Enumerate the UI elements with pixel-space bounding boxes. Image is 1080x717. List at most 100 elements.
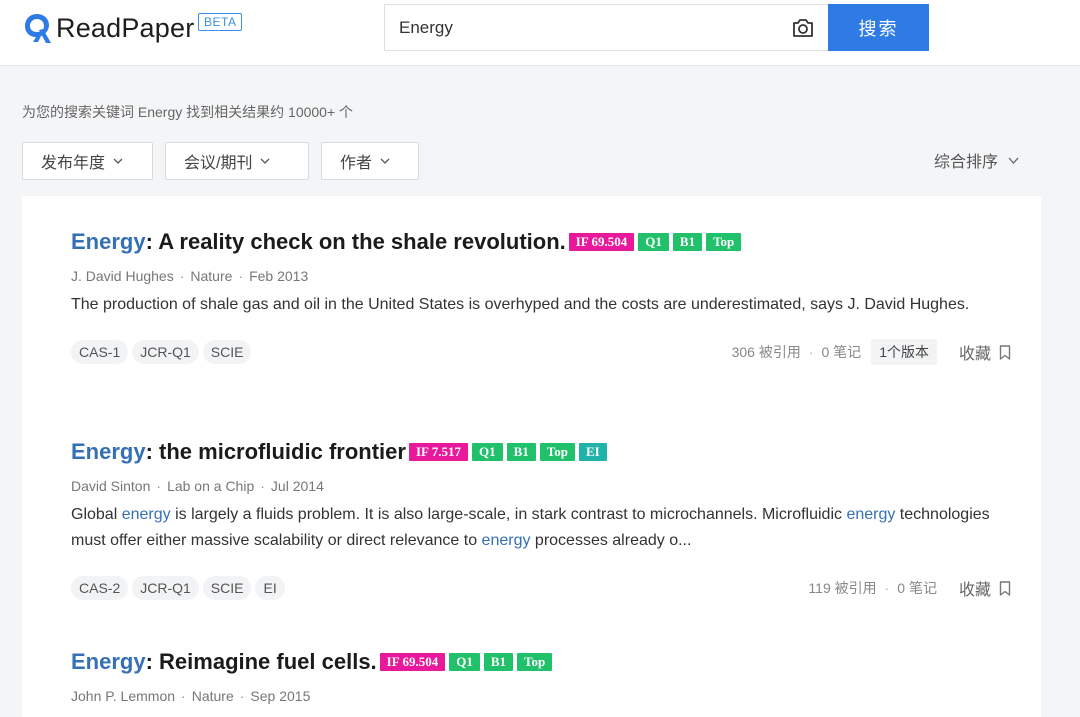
results-list: Energy: A reality check on the shale rev… [22, 196, 1041, 717]
quartile-badge: Q1 [449, 653, 480, 671]
abstract-text: is largely a fluids problem. It is also … [170, 506, 847, 523]
result-stats: 119 被引用 · 0 笔记 收藏 [808, 576, 1011, 600]
separator: · [808, 344, 814, 360]
index-tag: CAS-1 [71, 340, 129, 364]
impact-factor-badge: IF 7.517 [408, 443, 468, 461]
index-tag: SCIE [202, 340, 252, 364]
top-badge: Top [539, 443, 575, 461]
rank-badge: B1 [483, 653, 513, 671]
filter-author-label: 作者 [340, 155, 373, 172]
separator: · [179, 268, 185, 284]
bookmark-icon [999, 344, 1011, 360]
abstract-keyword: energy [481, 532, 531, 549]
publish-date: Feb 2013 [249, 268, 309, 284]
venue-link[interactable]: Nature [190, 268, 232, 284]
index-tag: JCR-Q1 [132, 340, 199, 364]
filter-venue[interactable]: 会议/期刊 [165, 142, 309, 180]
result-stats: 306 被引用 · 0 笔记 1个版本 收藏 [732, 339, 1011, 365]
author-link[interactable]: David Sinton [71, 478, 150, 494]
journal-badges: IF 7.517 Q1 B1 Top EI [408, 443, 611, 461]
result-meta: John P. Lemmon · Nature · Sep 2015 [71, 688, 1011, 704]
rank-badge: B1 [672, 233, 703, 251]
author-link[interactable]: John P. Lemmon [71, 688, 175, 704]
readpaper-logo-icon [25, 14, 51, 43]
separator: · [181, 688, 186, 704]
chevron-down-icon [1008, 157, 1019, 164]
impact-factor-badge: IF 69.504 [568, 233, 635, 251]
bookmark-icon [999, 580, 1011, 596]
journal-badges: IF 69.504 Q1 B1 Top [568, 233, 746, 251]
sort-dropdown[interactable]: 综合排序 [934, 148, 1019, 172]
logo[interactable]: ReadPaper [22, 10, 194, 46]
ei-badge: EI [579, 443, 607, 461]
separator: · [239, 688, 245, 704]
filter-venue-label: 会议/期刊 [184, 155, 253, 172]
citation-count[interactable]: 306 被引用 [732, 342, 801, 362]
favorite-button[interactable]: 收藏 [959, 340, 1011, 364]
result-abstract: The production of shale gas and oil in t… [71, 296, 970, 313]
title-text: : Reimagine fuel cells. [145, 649, 377, 674]
logo-text: ReadPaper [56, 12, 195, 43]
title-keyword: Energy [71, 649, 146, 674]
index-tag: CAS-2 [71, 576, 129, 600]
separator: · [884, 580, 890, 596]
result-meta: J. David Hughes · Nature · Feb 2013 [71, 268, 1011, 284]
index-tag: SCIE [202, 576, 252, 600]
result-footer: CAS-2 JCR-Q1 SCIE EI 119 被引用 · 0 笔记 收藏 [71, 576, 1011, 600]
result-meta: David Sinton · Lab on a Chip · Jul 2014 [71, 478, 1011, 494]
abstract-keyword: energy [121, 506, 171, 523]
camera-icon[interactable] [791, 18, 815, 38]
publish-date: Sep 2015 [250, 688, 311, 704]
result-footer: CAS-1 JCR-Q1 SCIE 306 被引用 · 0 笔记 1个版本 收藏 [71, 339, 1011, 365]
favorite-label: 收藏 [958, 582, 991, 599]
abstract-text: Global [71, 506, 122, 523]
search-bar [384, 4, 829, 51]
result-item: Energy: Reimagine fuel cells. IF 69.504 … [71, 647, 1011, 704]
venue-link[interactable]: Nature [192, 688, 234, 704]
search-button[interactable]: 搜索 [828, 4, 929, 51]
venue-link[interactable]: Lab on a Chip [167, 478, 254, 494]
impact-factor-badge: IF 69.504 [379, 653, 446, 671]
separator: · [260, 478, 265, 494]
filter-year[interactable]: 发布年度 [22, 142, 153, 180]
rank-badge: B1 [506, 443, 536, 461]
result-title[interactable]: Energy: Reimagine fuel cells. IF 69.504 … [71, 647, 1011, 677]
chevron-down-icon [260, 158, 270, 164]
quartile-badge: Q1 [638, 233, 669, 251]
top-badge: Top [517, 653, 553, 671]
result-item: Energy: A reality check on the shale rev… [71, 227, 1011, 365]
top-bar: ReadPaper BETA 搜索 [0, 0, 1080, 66]
citation-count[interactable]: 119 被引用 [808, 578, 876, 598]
separator: · [238, 268, 244, 284]
index-tag: JCR-Q1 [132, 576, 199, 600]
versions-link[interactable]: 1个版本 [871, 339, 937, 365]
note-count[interactable]: 0 笔记 [897, 578, 937, 598]
quartile-badge: Q1 [471, 443, 503, 461]
favorite-button[interactable]: 收藏 [959, 576, 1011, 600]
abstract-text: processes already o... [530, 532, 692, 549]
chevron-down-icon [380, 158, 390, 164]
result-summary: 为您的搜索关键词 Energy 找到相关结果约 10000+ 个 [22, 104, 354, 120]
journal-badges: IF 69.504 Q1 B1 Top [379, 653, 557, 671]
index-tag: EI [255, 576, 285, 600]
title-text: : the microfluidic frontier [145, 439, 406, 464]
result-title[interactable]: Energy: A reality check on the shale rev… [71, 227, 1011, 257]
abstract-keyword: energy [846, 506, 896, 523]
filter-author[interactable]: 作者 [321, 142, 419, 180]
filter-year-label: 发布年度 [41, 155, 106, 172]
top-badge: Top [706, 233, 742, 251]
sort-label: 综合排序 [934, 154, 999, 171]
chevron-down-icon [113, 158, 123, 164]
favorite-label: 收藏 [958, 346, 991, 363]
separator: · [156, 478, 162, 494]
author-link[interactable]: J. David Hughes [71, 268, 174, 284]
result-abstract: Global energy is largely a fluids proble… [71, 502, 1011, 554]
title-keyword: Energy [71, 229, 146, 254]
result-title[interactable]: Energy: the microfluidic frontier IF 7.5… [71, 437, 1011, 467]
result-item: Energy: the microfluidic frontier IF 7.5… [71, 437, 1011, 600]
title-text: : A reality check on the shale revolutio… [145, 229, 566, 254]
publish-date: Jul 2014 [270, 478, 324, 494]
search-input[interactable] [399, 5, 779, 50]
note-count[interactable]: 0 笔记 [822, 342, 862, 362]
beta-badge: BETA [198, 13, 243, 31]
